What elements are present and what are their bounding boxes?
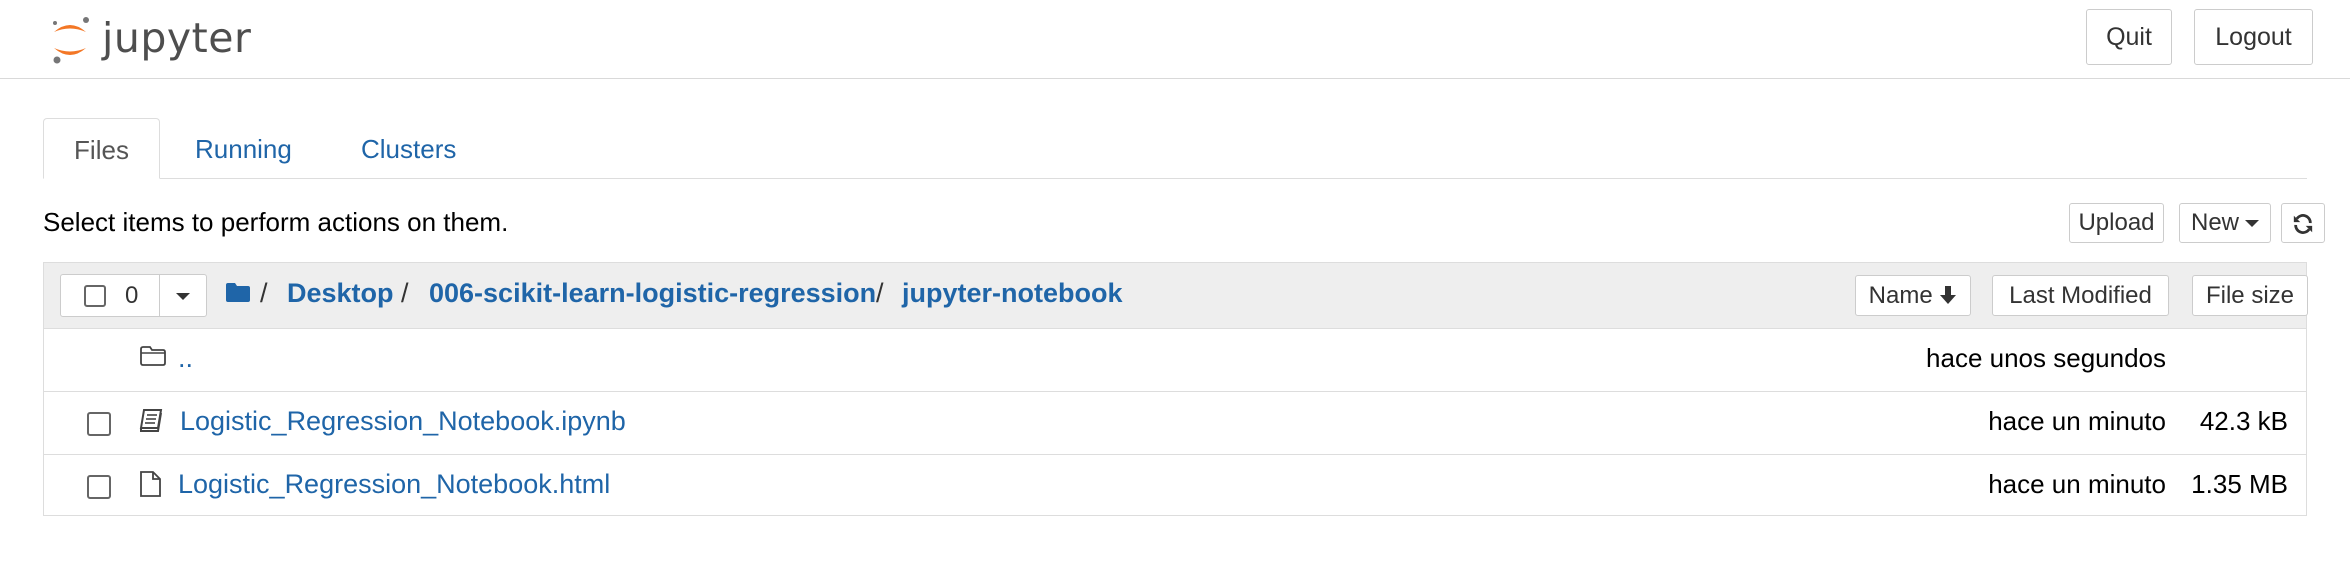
list-header: 0 / Desktop / 006-scikit-learn-logistic-… <box>44 263 2308 329</box>
new-label: New <box>2190 209 2239 236</box>
folder-icon[interactable] <box>225 281 251 303</box>
jupyter-logo-icon <box>53 17 89 64</box>
item-checkbox[interactable] <box>87 412 111 436</box>
notebook-icon <box>139 409 163 432</box>
item-name-link[interactable]: .. <box>178 343 193 374</box>
breadcrumb-project-folder[interactable]: 006-scikit-learn-logistic-regression <box>429 278 876 309</box>
divider <box>159 275 160 316</box>
refresh-button[interactable] <box>2281 203 2325 243</box>
item-size: 42.3 kB <box>2199 406 2288 436</box>
file-icon <box>140 471 161 497</box>
item-name-link[interactable]: Logistic_Regression_Notebook.html <box>178 469 610 500</box>
tab-running[interactable]: Running <box>195 118 292 178</box>
sort-by-name-button[interactable]: Name <box>1855 275 1971 316</box>
logo-text: jupyter <box>102 14 252 62</box>
quit-button[interactable]: Quit <box>2086 9 2172 65</box>
item-name-link[interactable]: Logistic_Regression_Notebook.ipynb <box>180 406 626 437</box>
item-checkbox[interactable] <box>87 475 111 499</box>
select-all-dropdown[interactable]: 0 <box>60 274 207 317</box>
sort-name-label: Name <box>1868 282 1933 309</box>
breadcrumb-separator: / <box>401 278 409 308</box>
tab-bar: Files Running Clusters <box>43 118 2307 179</box>
select-all-checkbox[interactable] <box>84 285 106 307</box>
new-dropdown-button[interactable]: New <box>2179 203 2271 243</box>
breadcrumb-desktop[interactable]: Desktop <box>287 278 394 309</box>
file-list: 0 / Desktop / 006-scikit-learn-logistic-… <box>43 262 2308 517</box>
list-item[interactable]: Logistic_Regression_Notebook.ipynb hace … <box>44 391 2306 455</box>
instruction-text: Select items to perform actions on them. <box>43 207 509 237</box>
top-header: jupyter Quit Logout <box>0 0 2350 79</box>
upload-button[interactable]: Upload <box>2069 203 2164 243</box>
arrow-down-icon <box>1940 286 1957 304</box>
item-modified: hace unos segundos <box>1926 343 2166 373</box>
list-item[interactable]: Logistic_Regression_Notebook.html hace u… <box>44 454 2306 517</box>
breadcrumb-separator: / <box>876 278 884 308</box>
chevron-down-icon <box>2245 220 2259 228</box>
jupyter-logo[interactable]: jupyter <box>48 8 251 68</box>
chevron-down-icon[interactable] <box>176 293 190 300</box>
logout-button[interactable]: Logout <box>2194 9 2313 65</box>
item-modified: hace un minuto <box>1988 406 2166 436</box>
refresh-icon <box>2293 213 2313 234</box>
item-modified: hace un minuto <box>1988 469 2166 499</box>
sort-by-modified-button[interactable]: Last Modified <box>1992 275 2169 316</box>
folder-outline-icon <box>140 346 166 366</box>
tab-files[interactable]: Files <box>43 118 160 179</box>
breadcrumb-current-folder[interactable]: jupyter-notebook <box>902 278 1123 309</box>
list-item[interactable]: .. hace unos segundos <box>44 328 2306 392</box>
sort-by-size-button[interactable]: File size <box>2192 275 2308 316</box>
item-size: 1.35 MB <box>2191 469 2288 499</box>
tab-clusters[interactable]: Clusters <box>361 118 456 178</box>
selected-count: 0 <box>125 282 139 309</box>
breadcrumb-separator: / <box>260 278 268 308</box>
